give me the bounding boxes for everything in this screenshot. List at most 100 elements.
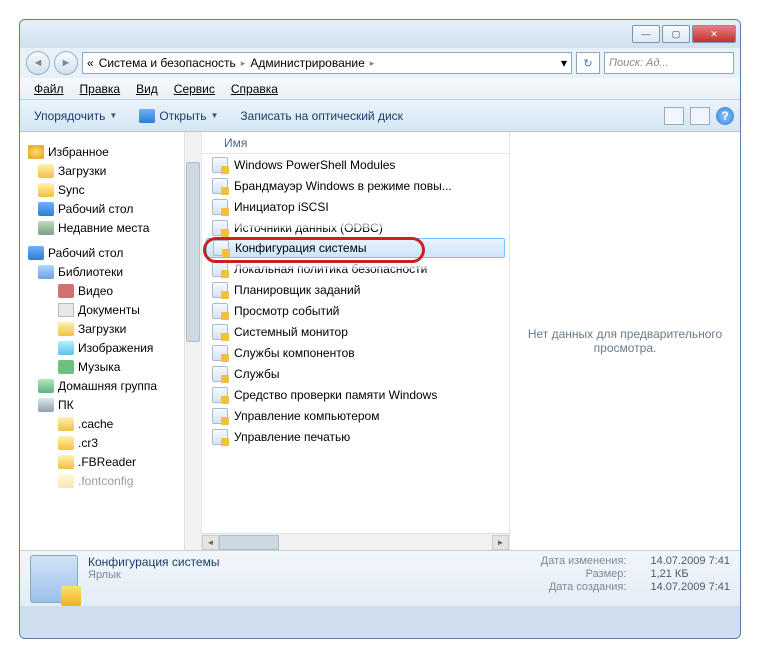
- shortcut-file-icon: [212, 408, 228, 424]
- column-header-name[interactable]: Имя: [202, 132, 509, 154]
- list-item[interactable]: Службы компонентов: [202, 342, 509, 363]
- sidebar-item[interactable]: .cache: [20, 414, 201, 433]
- sidebar-item[interactable]: Sync: [20, 180, 201, 199]
- sidebar-item[interactable]: Видео: [20, 281, 201, 300]
- open-button[interactable]: Открыть▼: [131, 106, 226, 126]
- list-item[interactable]: Средство проверки памяти Windows: [202, 384, 509, 405]
- star-icon: [28, 145, 44, 159]
- list-item[interactable]: Планировщик заданий: [202, 279, 509, 300]
- sidebar-item[interactable]: .fontconfig: [20, 471, 201, 490]
- chevron-icon: «: [87, 56, 94, 70]
- folder-icon: [58, 455, 74, 469]
- organize-button[interactable]: Упорядочить▼: [26, 106, 125, 126]
- list-item[interactable]: Windows PowerShell Modules: [202, 154, 509, 175]
- sidebar-item[interactable]: Загрузки: [20, 319, 201, 338]
- menu-edit[interactable]: Правка: [72, 80, 129, 98]
- details-created-label: Дата создания:: [541, 581, 627, 593]
- sidebar-item[interactable]: Документы: [20, 300, 201, 319]
- list-item[interactable]: Системный монитор: [202, 321, 509, 342]
- menu-view[interactable]: Вид: [128, 80, 166, 98]
- list-item-label: Управление печатью: [234, 430, 350, 444]
- explorer-window: — ▢ ✕ ◄ ► « Система и безопасность ▸ Адм…: [19, 19, 741, 639]
- sidebar-pc[interactable]: ПК: [20, 395, 201, 414]
- scroll-left-icon[interactable]: ◄: [202, 535, 219, 550]
- list-item-label: Windows PowerShell Modules: [234, 158, 395, 172]
- menu-file[interactable]: Файл: [26, 80, 72, 98]
- list-item-label: Средство проверки памяти Windows: [234, 388, 437, 402]
- list-item[interactable]: Управление печатью: [202, 426, 509, 447]
- sidebar-item[interactable]: Изображения: [20, 338, 201, 357]
- library-icon: [38, 265, 54, 279]
- sidebar-item[interactable]: Музыка: [20, 357, 201, 376]
- menu-help[interactable]: Справка: [223, 80, 286, 98]
- chevron-right-icon: ▸: [241, 58, 246, 69]
- close-button[interactable]: ✕: [692, 25, 736, 43]
- folder-icon: [38, 164, 54, 178]
- menu-tools[interactable]: Сервис: [166, 80, 223, 98]
- preview-message: Нет данных для предварительного просмотр…: [520, 327, 730, 355]
- list-item[interactable]: Конфигурация системы: [206, 238, 505, 258]
- view-options-button[interactable]: [664, 107, 684, 125]
- refresh-button[interactable]: ↻: [576, 52, 600, 74]
- nav-sidebar: Избранное Загрузки Sync Рабочий стол Нед…: [20, 132, 202, 550]
- details-size: 1,21 КБ: [650, 568, 730, 580]
- list-item[interactable]: Брандмауэр Windows в режиме повы...: [202, 175, 509, 196]
- scroll-thumb[interactable]: [219, 535, 279, 550]
- chevron-down-icon: ▼: [109, 111, 117, 120]
- file-list-pane: Имя Windows PowerShell Modules Брандмауэр…: [202, 132, 510, 550]
- search-input[interactable]: Поиск: Ад...: [604, 52, 734, 74]
- details-modified-label: Дата изменения:: [541, 555, 627, 567]
- crumb-administration[interactable]: Администрирование: [247, 55, 367, 71]
- homegroup-icon: [38, 379, 54, 393]
- shortcut-file-icon: [213, 240, 229, 256]
- details-size-label: Размер:: [541, 568, 627, 580]
- list-item-label: Локальная политика безопасности: [234, 262, 427, 276]
- music-icon: [58, 360, 74, 374]
- address-bar: ◄ ► « Система и безопасность ▸ Администр…: [20, 48, 740, 78]
- preview-pane-button[interactable]: [690, 107, 710, 125]
- list-item[interactable]: Службы: [202, 363, 509, 384]
- sidebar-libraries[interactable]: Библиотеки: [20, 262, 201, 281]
- burn-button[interactable]: Записать на оптический диск: [232, 106, 411, 126]
- folder-icon: [38, 183, 54, 197]
- minimize-button[interactable]: —: [632, 25, 660, 43]
- sidebar-item[interactable]: Загрузки: [20, 161, 201, 180]
- shortcut-file-icon: [212, 157, 228, 173]
- video-icon: [58, 284, 74, 298]
- breadcrumb[interactable]: « Система и безопасность ▸ Администриров…: [82, 52, 572, 74]
- list-item-label: Брандмауэр Windows в режиме повы...: [234, 179, 452, 193]
- shortcut-file-icon: [212, 345, 228, 361]
- back-button[interactable]: ◄: [26, 51, 50, 75]
- details-subtitle: Ярлык: [88, 569, 519, 581]
- scroll-right-icon[interactable]: ►: [492, 535, 509, 550]
- list-item[interactable]: Локальная политика безопасности: [202, 258, 509, 279]
- list-item[interactable]: Управление компьютером: [202, 405, 509, 426]
- horizontal-scrollbar[interactable]: ◄ ►: [202, 533, 509, 550]
- sidebar-item[interactable]: .FBReader: [20, 452, 201, 471]
- crumb-system-security[interactable]: Система и безопасность: [96, 55, 239, 71]
- list-item[interactable]: Инициатор iSCSI: [202, 196, 509, 217]
- forward-button[interactable]: ►: [54, 51, 78, 75]
- help-icon[interactable]: ?: [716, 107, 734, 125]
- folder-icon: [58, 474, 74, 488]
- list-item[interactable]: Просмотр событий: [202, 300, 509, 321]
- sidebar-scrollbar[interactable]: [184, 132, 201, 550]
- sidebar-favorites[interactable]: Избранное: [20, 142, 201, 161]
- details-created: 14.07.2009 7:41: [650, 581, 730, 593]
- sidebar-item[interactable]: .cr3: [20, 433, 201, 452]
- list-item-label: Управление компьютером: [234, 409, 379, 423]
- addr-dropdown-icon[interactable]: ▾: [561, 56, 567, 70]
- sidebar-item[interactable]: Недавние места: [20, 218, 201, 237]
- list-item-label: Просмотр событий: [234, 304, 339, 318]
- shortcut-file-icon: [212, 220, 228, 236]
- maximize-button[interactable]: ▢: [662, 25, 690, 43]
- sidebar-item[interactable]: Рабочий стол: [20, 199, 201, 218]
- sidebar-desktop[interactable]: Рабочий стол: [20, 243, 201, 262]
- list-item-label: Планировщик заданий: [234, 283, 360, 297]
- preview-pane: Нет данных для предварительного просмотр…: [510, 132, 740, 550]
- list-item[interactable]: Источники данных (ODBC): [202, 217, 509, 238]
- sidebar-homegroup[interactable]: Домашняя группа: [20, 376, 201, 395]
- scroll-thumb[interactable]: [186, 162, 200, 342]
- desktop-icon: [38, 202, 54, 216]
- content-body: Избранное Загрузки Sync Рабочий стол Нед…: [20, 132, 740, 550]
